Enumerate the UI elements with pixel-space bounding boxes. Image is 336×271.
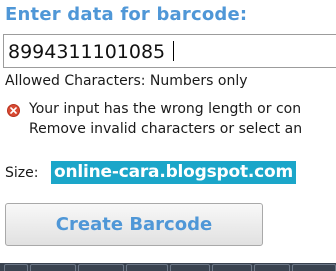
taskbar-slot[interactable]	[212, 264, 252, 271]
error-message-line-2: Remove invalid characters or select an	[29, 121, 303, 137]
taskbar-slot[interactable]	[126, 264, 168, 271]
taskbar-slot[interactable]	[30, 264, 76, 271]
error-x-icon	[7, 104, 20, 117]
taskbar-slot[interactable]	[78, 264, 124, 271]
text-caret	[173, 41, 174, 61]
create-barcode-button[interactable]: Create Barcode	[5, 203, 263, 246]
error-message-line-1: Your input has the wrong length or con	[29, 101, 302, 117]
taskbar	[0, 263, 336, 271]
taskbar-slot[interactable]	[292, 264, 336, 271]
allowed-characters-text: Allowed Characters: Numbers only	[5, 73, 248, 89]
taskbar-slot[interactable]	[170, 264, 210, 271]
taskbar-slot[interactable]	[254, 264, 290, 271]
taskbar-slot[interactable]	[4, 264, 28, 271]
watermark-overlay: online-cara.blogspot.com	[51, 161, 297, 184]
size-label: Size:	[5, 165, 39, 181]
barcode-data-input[interactable]	[3, 34, 336, 68]
barcode-data-heading: Enter data for barcode:	[5, 4, 248, 25]
